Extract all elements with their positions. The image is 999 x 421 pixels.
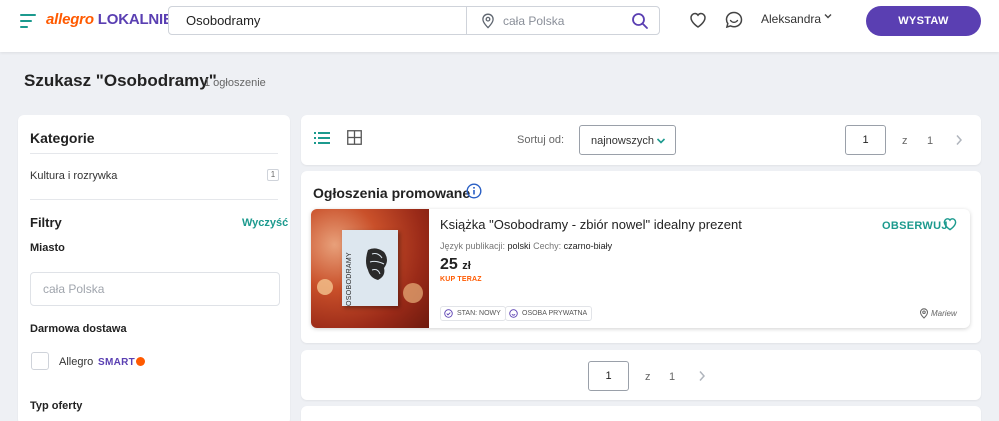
bokeh-decoration (403, 283, 423, 303)
results-count: 1 ogłoszenie (204, 77, 266, 89)
clear-filters-link[interactable]: Wyczyść (242, 217, 288, 229)
pagination-bar: 1 z 1 (301, 350, 981, 400)
filters-heading: Filtry (30, 215, 62, 230)
location-pin-icon (482, 13, 494, 29)
condition-tag-label: STAN: NOWY (457, 310, 501, 317)
info-icon[interactable] (466, 183, 482, 199)
results-toolbar: Sortuj od: najnowszych 1 z 1 (301, 115, 981, 165)
sort-value: najnowszych (591, 135, 654, 147)
allegro-label: Allegro (59, 356, 94, 368)
free-shipping-label: Darmowa dostawa (30, 323, 127, 335)
chat-icon[interactable] (724, 10, 744, 30)
smart-dot-icon (136, 357, 146, 366)
smile-icon (509, 309, 518, 318)
seller-type-tag: OSOBA PRYWATNA (505, 306, 593, 321)
price-value: 25 (440, 256, 458, 273)
bokeh-decoration (317, 279, 333, 295)
listing-location: Mariew (919, 308, 957, 319)
logo[interactable]: allegro LOKALNIE (46, 11, 173, 28)
grid-view-icon[interactable] (347, 130, 362, 145)
menu-icon[interactable] (20, 14, 36, 28)
page-number-input[interactable]: 1 (845, 125, 886, 155)
lang-label: Język publikacji: (440, 241, 506, 251)
price-currency: zł (462, 260, 471, 272)
allegro-smart-checkbox[interactable] (31, 352, 49, 370)
heart-icon[interactable] (942, 216, 958, 232)
search-input[interactable] (169, 7, 465, 34)
book-cover-title: OSOBODRAMY (346, 252, 353, 306)
lang-value: polski (507, 241, 531, 251)
page-title: Szukasz "Osobodramy" (24, 71, 217, 90)
search-divider (466, 7, 467, 34)
listing-title[interactable]: Książka "Osobodramy - zbiór nowel" ideal… (440, 217, 742, 232)
chevron-down-icon (824, 14, 832, 19)
page-of-label: z (902, 135, 908, 147)
heart-icon[interactable] (688, 10, 708, 30)
observe-button[interactable]: OBSERWUJ (882, 220, 948, 232)
location-input[interactable]: cała Polska (503, 14, 564, 28)
listing-card[interactable]: OSOBODRAMY Książka "Osobodramy - zbiór n… (311, 209, 970, 328)
logo-allegro: allegro (46, 11, 94, 28)
logo-lokalnie: LOKALNIE (97, 11, 173, 28)
seller-type-label: OSOBA PRYWATNA (522, 310, 588, 317)
user-menu[interactable]: Aleksandra (761, 12, 832, 26)
listing-thumbnail[interactable]: OSOBODRAMY (311, 209, 429, 328)
chevron-down-icon (656, 138, 666, 144)
top-header: allegro LOKALNIE cała Polska Aleksandra … (0, 0, 999, 52)
next-page-icon[interactable] (698, 370, 706, 382)
wystaw-button[interactable]: WYSTAW (866, 6, 981, 36)
category-item-kultura[interactable]: Kultura i rozrywka (30, 170, 117, 182)
features-label: Cechy: (533, 241, 562, 251)
smart-label: SMART (98, 357, 136, 368)
sort-label: Sortuj od: (517, 134, 565, 146)
user-name: Aleksandra (761, 12, 822, 26)
condition-tag: STAN: NOWY (440, 306, 506, 321)
list-view-icon[interactable] (314, 131, 330, 145)
location-pin-icon (919, 308, 929, 319)
features-value: czarno-biały (563, 241, 613, 251)
city-label: Miasto (30, 242, 65, 254)
divider (30, 153, 278, 154)
page-number-input[interactable]: 1 (588, 361, 629, 391)
book-cover: OSOBODRAMY (342, 230, 398, 306)
promoted-section: Ogłoszenia promowane OSOBODRAMY Książka … (301, 171, 981, 343)
search-bar: cała Polska (168, 6, 660, 35)
check-circle-icon (444, 309, 453, 318)
page-total: 1 (669, 371, 676, 383)
listing-attributes: Język publikacji: polski Cechy: czarno-b… (440, 241, 612, 251)
promoted-heading: Ogłoszenia promowane (313, 185, 471, 201)
page-of-label: z (645, 371, 651, 383)
city-input[interactable] (30, 272, 280, 306)
buy-now-label: KUP TERAZ (440, 276, 482, 283)
next-page-icon[interactable] (955, 134, 963, 146)
categories-heading: Kategorie (30, 130, 95, 146)
results-section (301, 406, 981, 421)
location-name: Mariew (931, 309, 957, 318)
offer-type-label: Typ oferty (30, 400, 83, 412)
sort-select[interactable]: najnowszych (579, 125, 676, 155)
page-total: 1 (927, 135, 934, 147)
listing-price: 25 zł (440, 256, 471, 274)
divider (30, 199, 278, 200)
sidebar: Kategorie Kultura i rozrywka 1 Filtry Wy… (18, 115, 290, 421)
book-cover-art (366, 248, 387, 280)
smart-badge: SMART (98, 357, 146, 368)
search-icon[interactable] (631, 12, 649, 30)
category-count-badge: 1 (267, 169, 279, 181)
